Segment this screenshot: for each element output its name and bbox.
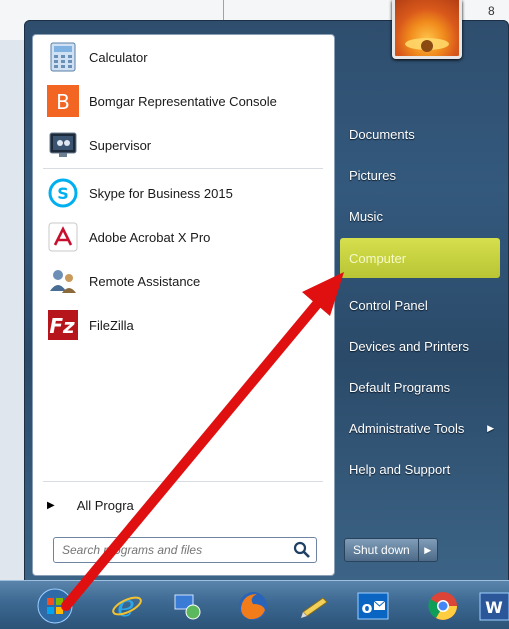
acrobat-icon [47, 221, 79, 253]
skype-icon: S [47, 177, 79, 209]
chrome-icon [428, 592, 457, 620]
svg-text:S: S [57, 184, 69, 203]
right-item-default-programs[interactable]: Default Programs [340, 367, 500, 407]
all-programs-separator [43, 481, 323, 482]
right-item-documents[interactable]: Documents [340, 114, 500, 154]
program-label: Remote Assistance [89, 273, 201, 289]
filezilla-icon: Fz [47, 309, 79, 341]
taskbar-internet-explorer[interactable]: e [108, 587, 146, 625]
right-item-label: Music [349, 208, 383, 224]
taskbar-pencil-tool[interactable] [296, 587, 334, 625]
svg-text:B: B [56, 90, 70, 114]
svg-text:Fz: Fz [49, 314, 75, 338]
program-item-skype[interactable]: S Skype for Business 2015 [41, 173, 326, 213]
all-programs-button[interactable]: ▶ All Progra [47, 493, 307, 517]
program-label: Skype for Business 2015 [89, 185, 233, 201]
right-item-help-and-support[interactable]: Help and Support [340, 449, 500, 489]
pencil-icon [301, 597, 328, 618]
all-programs-label: All Progra [76, 497, 134, 513]
right-item-label: Pictures [349, 167, 396, 183]
program-item-supervisor[interactable]: Supervisor [41, 125, 326, 165]
search-input[interactable] [60, 539, 292, 561]
word-icon: W [479, 592, 509, 621]
taskbar: e o W [0, 580, 509, 629]
program-label: Bomgar Representative Console [89, 93, 277, 109]
supervisor-icon [47, 129, 79, 161]
right-item-label: Documents [349, 126, 415, 142]
search-box[interactable] [53, 537, 317, 563]
program-item-acrobat[interactable]: Adobe Acrobat X Pro [41, 217, 326, 257]
right-item-computer[interactable]: Computer [340, 238, 500, 278]
expand-triangle-icon: ▶ [47, 499, 55, 511]
network-tool-icon [174, 594, 201, 620]
submenu-arrow-icon: ▶ [487, 422, 494, 433]
start-orb-icon [37, 588, 73, 624]
svg-text:W: W [485, 598, 503, 617]
program-list-separator [43, 168, 323, 169]
document-text-fragment: 8 [488, 4, 495, 18]
program-item-calculator[interactable]: Calculator [41, 37, 326, 77]
program-label: Supervisor [89, 137, 152, 153]
shutdown-button[interactable]: Shut down [344, 538, 419, 562]
program-item-bomgar[interactable]: B Bomgar Representative Console [41, 81, 326, 121]
bomgar-icon: B [47, 85, 79, 117]
taskbar-network-tool[interactable] [168, 587, 206, 625]
right-item-label: Administrative Tools [349, 420, 465, 436]
right-item-pictures[interactable]: Pictures [340, 155, 500, 195]
program-item-remote-assistance[interactable]: Remote Assistance [41, 261, 326, 301]
taskbar-firefox[interactable] [234, 587, 272, 625]
remote-assistance-icon [47, 265, 79, 297]
firefox-icon [239, 592, 267, 620]
calculator-icon [47, 41, 79, 73]
program-label: Adobe Acrobat X Pro [89, 229, 211, 245]
right-item-label: Default Programs [349, 379, 451, 395]
outlook-icon: o [357, 592, 389, 620]
program-label: Calculator [89, 49, 148, 65]
search-icon[interactable] [292, 540, 312, 560]
right-item-devices-and-printers[interactable]: Devices and Printers [340, 326, 500, 366]
user-account-picture[interactable] [392, 0, 462, 59]
shutdown-options-arrow-icon[interactable]: ▶ [418, 538, 438, 562]
right-item-label: Control Panel [349, 297, 428, 313]
start-menu-programs-pane: Calculator B Bomgar Representative Conso… [32, 34, 335, 576]
svg-text:e: e [117, 589, 135, 623]
right-item-control-panel[interactable]: Control Panel [340, 285, 500, 325]
taskbar-chrome[interactable] [424, 587, 462, 625]
start-button[interactable] [36, 587, 74, 625]
document-divider [223, 0, 224, 22]
svg-text:o: o [362, 598, 373, 617]
taskbar-outlook[interactable]: o [354, 587, 392, 625]
program-label: FileZilla [89, 317, 134, 333]
flower-image [405, 38, 449, 52]
right-item-administrative-tools[interactable]: Administrative Tools ▶ [340, 408, 500, 448]
right-item-label: Devices and Printers [349, 338, 469, 354]
right-item-label: Help and Support [349, 461, 451, 477]
right-item-music[interactable]: Music [340, 196, 500, 236]
internet-explorer-icon: e [112, 589, 142, 623]
taskbar-word[interactable]: W [478, 587, 509, 625]
shutdown-group: Shut down ▶ [344, 538, 438, 562]
right-item-label: Computer [349, 250, 407, 266]
program-item-filezilla[interactable]: Fz FileZilla [41, 305, 326, 345]
